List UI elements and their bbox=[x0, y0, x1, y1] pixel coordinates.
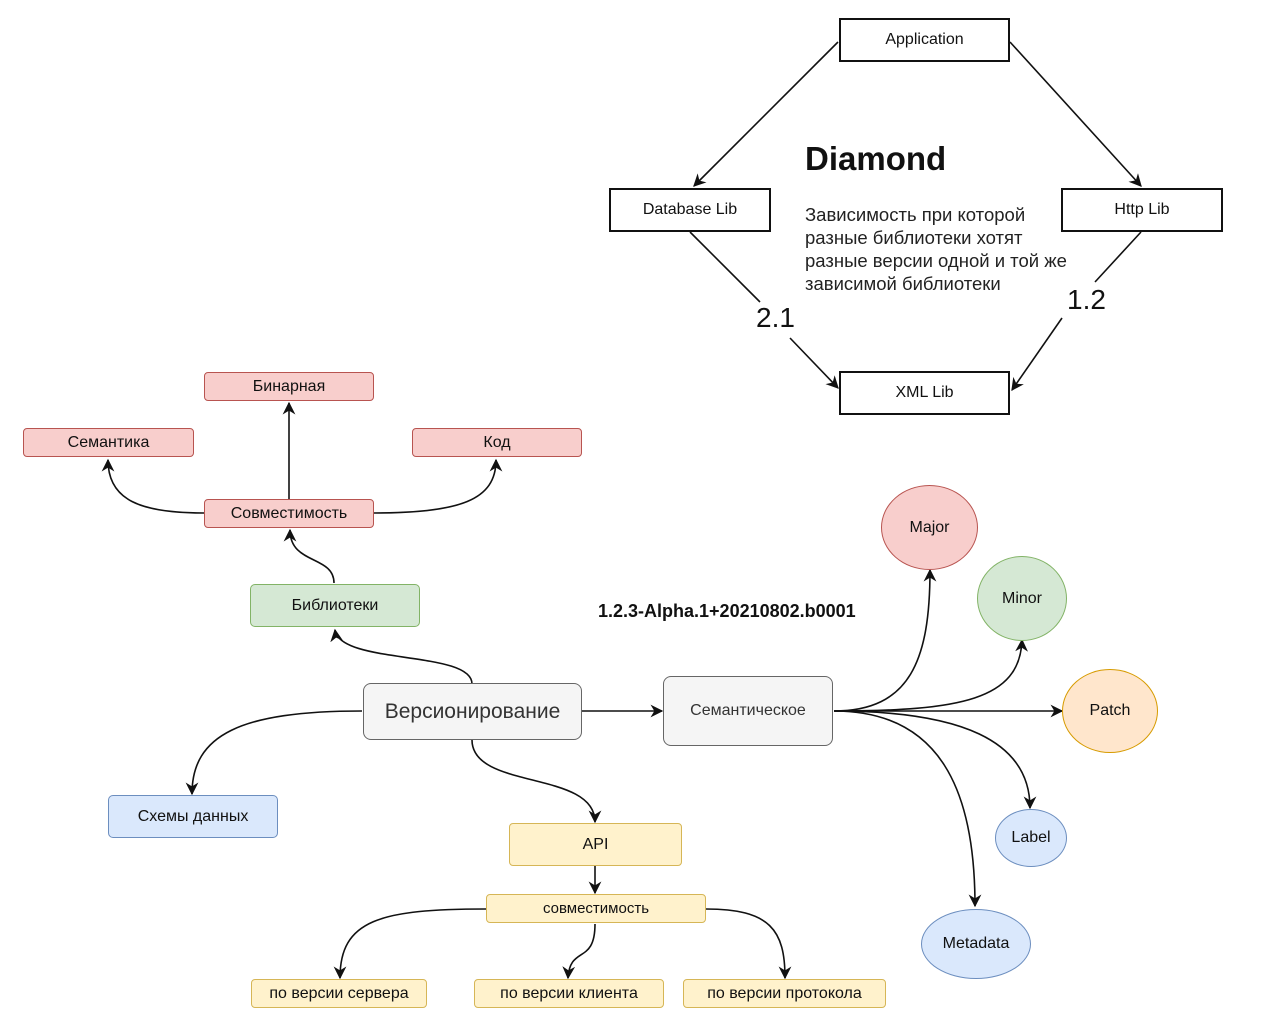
node-by-server-version: по версии сервера bbox=[251, 979, 427, 1008]
node-semantics: Семантика bbox=[23, 428, 194, 457]
node-major: Major bbox=[881, 485, 978, 570]
edge-versioning-to-libraries bbox=[330, 628, 473, 685]
edge-semantic-to-minor bbox=[833, 638, 1029, 712]
edge-compat-to-client bbox=[562, 923, 596, 980]
edge-compat-to-protocol bbox=[705, 908, 792, 980]
node-api: API bbox=[509, 823, 682, 866]
node-xml-lib: XML Lib bbox=[839, 371, 1010, 415]
node-semantic: Семантическое bbox=[663, 676, 833, 746]
node-http-lib: Http Lib bbox=[1061, 188, 1223, 232]
diamond-description: Зависимость при которой разные библиотек… bbox=[805, 204, 1067, 294]
node-data-schemas: Схемы данных bbox=[108, 795, 278, 838]
edge-compat-to-code bbox=[373, 458, 503, 514]
node-versioning: Версионирование bbox=[363, 683, 582, 740]
node-by-client-version: по версии клиента bbox=[474, 979, 664, 1008]
node-database-lib: Database Lib bbox=[609, 188, 771, 232]
node-metadata: Metadata bbox=[921, 909, 1031, 979]
edge-semantic-to-metadata bbox=[833, 710, 982, 908]
edge-label-1-2: 1.2 bbox=[1067, 284, 1106, 315]
node-application: Application bbox=[839, 18, 1010, 62]
node-patch: Patch bbox=[1062, 669, 1158, 753]
edge-database-to-xml-b bbox=[789, 337, 839, 389]
node-code: Код bbox=[412, 428, 582, 457]
connector-layer bbox=[101, 41, 1142, 980]
edge-compat-to-server bbox=[333, 908, 487, 980]
node-compatibility: Совместимость bbox=[204, 499, 374, 528]
edge-http-to-xml-b bbox=[1011, 317, 1063, 392]
node-label: Label bbox=[995, 809, 1067, 867]
edge-compat-to-semantics bbox=[101, 458, 205, 514]
node-minor: Minor bbox=[977, 556, 1067, 641]
edge-versioning-to-schemas bbox=[185, 710, 363, 796]
node-by-protocol-version: по версии протокола bbox=[683, 979, 886, 1008]
node-api-compatibility: совместимость bbox=[486, 894, 706, 923]
diamond-title: Diamond bbox=[805, 140, 947, 177]
edge-http-to-xml-a bbox=[1094, 231, 1142, 283]
edge-semantic-to-major bbox=[833, 568, 937, 712]
semver-example: 1.2.3-Alpha.1+20210802.b0001 bbox=[598, 601, 856, 621]
edge-application-to-http bbox=[1009, 41, 1142, 187]
edge-semantic-to-label bbox=[833, 710, 1037, 810]
node-libraries: Библиотеки bbox=[250, 584, 420, 627]
edge-versioning-to-api bbox=[471, 739, 602, 824]
edge-libraries-to-compat bbox=[283, 528, 335, 584]
node-binary: Бинарная bbox=[204, 372, 374, 401]
edge-database-to-xml-a bbox=[689, 231, 761, 303]
edge-label-2-1: 2.1 bbox=[756, 302, 795, 333]
